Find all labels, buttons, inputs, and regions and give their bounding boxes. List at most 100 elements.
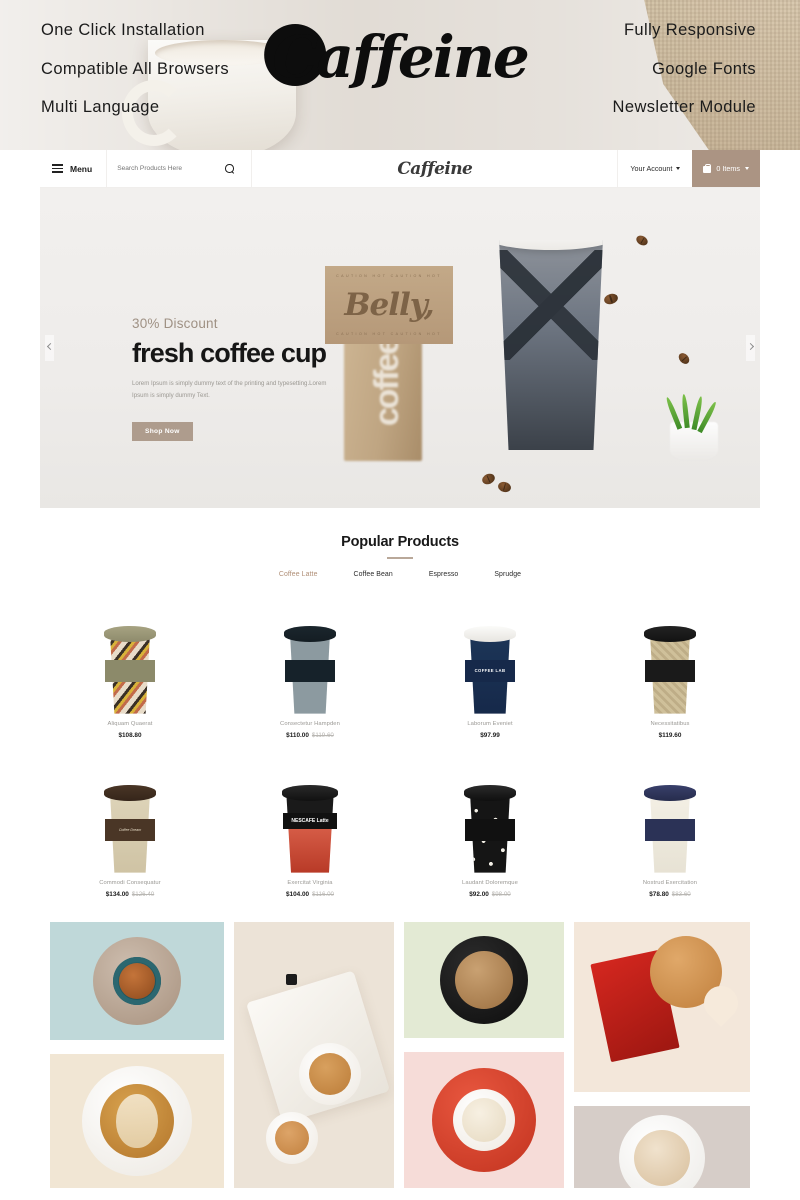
product-name: Commodi Consequatur: [99, 879, 161, 886]
tab-coffee-bean[interactable]: Coffee Bean: [354, 571, 393, 578]
hero-subtitle: Lorem Ipsum is simply dummy text of the …: [132, 380, 327, 399]
price-current: $110.00: [286, 731, 309, 739]
account-label: Your Account: [630, 164, 673, 173]
search-input[interactable]: [117, 165, 218, 172]
chevron-down-icon: [745, 167, 749, 170]
menu-label: Menu: [70, 163, 93, 174]
cart-button[interactable]: 0 Items: [692, 150, 760, 187]
cup-illustration: [284, 625, 336, 714]
price-current: $92.00: [469, 890, 489, 898]
product-card[interactable]: Consectetur Hampden $110.00 $119.60: [220, 596, 400, 755]
gallery-tile[interactable]: [50, 921, 224, 1040]
product-name: Aliquam Quaerat: [107, 720, 153, 727]
product-card[interactable]: NESCAFE Latte Exercitat Virginia $104.00…: [220, 755, 400, 914]
gallery-tile[interactable]: [574, 921, 750, 1092]
site-logo-text: Caffeine: [394, 157, 473, 179]
cup-badge: COFFEE LAB: [465, 659, 515, 682]
product-card[interactable]: Necessitatibus $119.60: [580, 596, 760, 755]
cup-illustration: [104, 625, 156, 714]
search-icon[interactable]: [225, 164, 234, 173]
hamburger-icon: [52, 164, 63, 173]
product-name: Exercitat Virginia: [287, 879, 333, 886]
cup-illustration: [644, 784, 696, 873]
caution-text-top: CAUTION HOT CAUTION HOT: [336, 274, 442, 278]
product-price: $97.99: [480, 731, 500, 739]
gallery-column: [50, 921, 224, 1188]
product-image: [44, 602, 216, 714]
promo-features-right: Fully Responsive Google Fonts Newsletter…: [613, 22, 756, 138]
price-old: $98.00: [491, 890, 511, 898]
promo-banner: One Click Installation Compatible All Br…: [0, 0, 800, 150]
product-name: Laborum Eveniet: [467, 720, 513, 727]
search-bar[interactable]: [107, 150, 253, 187]
hero-copy: 30% Discount fresh coffee cup Lorem Ipsu…: [132, 316, 382, 441]
price-old: $116.00: [312, 890, 334, 898]
promo-logo-text: Caffeine: [264, 23, 530, 91]
cup-illustration: [464, 784, 516, 873]
product-card[interactable]: Aliquam Quaerat $108.80: [40, 596, 220, 755]
product-price: $78.80 $83.60: [584, 891, 756, 898]
product-card[interactable]: Coffee Dream Commodi Consequatur $134.00…: [40, 755, 220, 914]
gallery-tile[interactable]: [404, 1051, 564, 1188]
slider-prev-arrow[interactable]: [45, 335, 54, 361]
promo-feature-item: One Click Installation: [41, 21, 205, 39]
hero-cup-image: [499, 240, 603, 450]
cup-illustration: [644, 625, 696, 714]
coffee-bean: [634, 233, 650, 248]
price-current: $104.00: [285, 890, 310, 898]
hero-slider: 30% Discount fresh coffee cup Lorem Ipsu…: [40, 188, 760, 508]
cup-illustration: Coffee Dream: [104, 784, 156, 873]
gallery-column: [234, 921, 394, 1188]
shop-now-button[interactable]: Shop Now: [132, 421, 193, 441]
product-card[interactable]: Nostrud Exercitation $78.80 $83.60: [580, 755, 760, 914]
coffee-bean: [676, 351, 692, 366]
account-dropdown[interactable]: Your Account: [617, 150, 692, 187]
promo-feature-item: Multi Language: [41, 98, 160, 116]
instagram-gallery: [40, 921, 760, 1188]
menu-button[interactable]: Menu: [40, 150, 108, 187]
product-card[interactable]: Laudant Doloremque $92.00 $98.00: [400, 755, 580, 914]
coffee-bean: [496, 480, 513, 494]
section-title: Popular Products: [341, 534, 459, 550]
gallery-tile[interactable]: [234, 921, 394, 1188]
promo-features-left: One Click Installation Compatible All Br…: [41, 22, 229, 138]
product-image: [224, 602, 396, 714]
hero-discount: 30% Discount: [132, 316, 218, 331]
product-name: Laudant Doloremque: [462, 879, 518, 886]
gallery-tile[interactable]: [50, 1053, 224, 1188]
product-image: [404, 761, 576, 873]
gallery-tile[interactable]: [574, 1105, 750, 1188]
product-price: $119.60: [658, 731, 682, 739]
page-root: One Click Installation Compatible All Br…: [0, 0, 800, 1200]
product-price: $134.00 $126.40: [44, 891, 216, 898]
price-current: $134.00: [105, 890, 129, 898]
product-image: [584, 761, 756, 873]
price-old: $119.60: [311, 731, 334, 739]
product-price: $92.00 $98.00: [404, 891, 576, 898]
tab-espresso[interactable]: Espresso: [429, 571, 459, 578]
product-card[interactable]: COFFEE LAB Laborum Eveniet $97.99: [400, 596, 580, 755]
coffee-bean: [602, 292, 620, 306]
promo-feature-item: Fully Responsive: [623, 21, 756, 39]
cup-badge: Coffee Dream: [105, 818, 155, 841]
cup-pattern: [499, 250, 603, 360]
product-name: Necessitatibus: [650, 720, 690, 727]
gallery-tile[interactable]: [404, 921, 564, 1038]
hero-title: fresh coffee cup: [132, 338, 327, 368]
product-image: [584, 602, 756, 714]
gallery-column: [404, 921, 564, 1188]
site-logo[interactable]: Caffeine: [252, 150, 617, 187]
cup-illustration: NESCAFE Latte: [282, 784, 338, 873]
slider-next-arrow[interactable]: [746, 335, 755, 361]
promo-logo: Caffeine: [264, 23, 530, 91]
tab-coffee-latte[interactable]: Coffee Latte: [279, 571, 318, 578]
product-image: COFFEE LAB: [404, 602, 576, 714]
promo-feature-item: Compatible All Browsers: [41, 59, 230, 78]
coffee-bean: [480, 471, 497, 487]
cup-badge: NESCAFE Latte: [283, 812, 337, 829]
tab-sprudge[interactable]: Sprudge: [494, 571, 521, 578]
site-header: Menu Caffeine Your Account 0 Items: [40, 150, 760, 188]
price-old: $83.60: [671, 890, 691, 898]
hero-product-scene: coffee CAUTION HOT CAUTION HOT Belly, CA…: [325, 188, 760, 508]
product-grid-row: Coffee Dream Commodi Consequatur $134.00…: [40, 755, 760, 914]
